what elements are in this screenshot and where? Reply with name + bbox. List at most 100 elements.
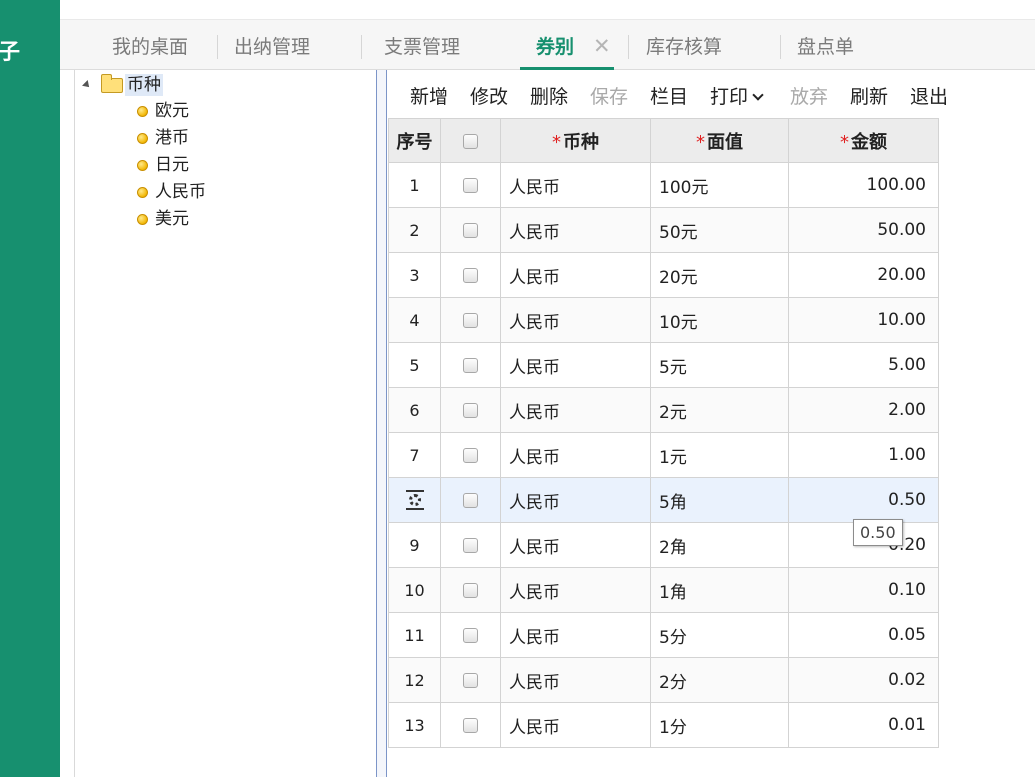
refresh-button[interactable]: 刷新 — [850, 82, 888, 109]
cell-currency[interactable]: 人民币 — [500, 567, 651, 613]
tab-my-desktop[interactable]: 我的桌面 — [112, 20, 188, 70]
cell-denomination[interactable]: 5角 — [650, 477, 789, 523]
currency-dot-icon — [137, 187, 148, 198]
cell-denomination[interactable]: 2角 — [650, 522, 789, 568]
tab-cashier[interactable]: 出纳管理 — [234, 20, 310, 70]
row-select-cell — [440, 657, 501, 703]
close-tab-icon[interactable]: ✕ — [593, 20, 611, 70]
header-select-all[interactable] — [440, 118, 501, 163]
row-checkbox[interactable] — [463, 582, 478, 598]
row-checkbox[interactable] — [463, 447, 478, 463]
cell-currency[interactable]: 人民币 — [500, 252, 651, 298]
table-row[interactable]: 3 人民币 20元 20.00 — [388, 252, 939, 298]
cell-amount[interactable]: 1.00 — [788, 432, 939, 478]
cell-currency[interactable]: 人民币 — [500, 387, 651, 433]
cell-denomination[interactable]: 20元 — [650, 252, 789, 298]
cell-amount[interactable]: 0.02 — [788, 657, 939, 703]
row-checkbox[interactable] — [463, 312, 478, 328]
cell-currency[interactable]: 人民币 — [500, 612, 651, 658]
cell-denomination[interactable]: 1角 — [650, 567, 789, 613]
cell-currency[interactable]: 人民币 — [500, 297, 651, 343]
row-select-cell — [440, 612, 501, 658]
cell-denomination[interactable]: 5元 — [650, 342, 789, 388]
columns-button[interactable]: 栏目 — [650, 82, 688, 109]
table-row[interactable]: 5 人民币 5元 5.00 — [388, 342, 939, 388]
row-checkbox[interactable] — [463, 177, 478, 193]
table-row[interactable]: 7 人民币 1元 1.00 — [388, 432, 939, 478]
header-currency[interactable]: * 币种 — [500, 118, 651, 163]
tab-inventory[interactable]: 库存核算 — [646, 20, 722, 70]
cell-tooltip: 0.50 — [853, 519, 903, 546]
row-checkbox[interactable] — [463, 402, 478, 418]
table-row[interactable]: 12 人民币 2分 0.02 — [388, 657, 939, 703]
cell-currency[interactable]: 人民币 — [500, 657, 651, 703]
cell-denomination[interactable]: 10元 — [650, 297, 789, 343]
header-index[interactable]: 序号 — [388, 118, 441, 163]
table-row[interactable]: 4 人民币 10元 10.00 — [388, 297, 939, 343]
tab-stocktake[interactable]: 盘点单 — [797, 20, 854, 70]
delete-button[interactable]: 删除 — [530, 82, 568, 109]
cell-amount[interactable]: 0.01 — [788, 702, 939, 748]
table-row[interactable]: 1 人民币 100元 100.00 — [388, 162, 939, 208]
cell-amount[interactable]: 10.00 — [788, 297, 939, 343]
header-denomination[interactable]: * 面值 — [650, 118, 789, 163]
tree-root[interactable]: 币种 — [125, 74, 163, 96]
save-button[interactable]: 保存 — [590, 82, 628, 109]
tab-denominations[interactable]: 券别 — [519, 20, 615, 70]
table-row[interactable]: 2 人民币 50元 50.00 — [388, 207, 939, 253]
row-checkbox[interactable] — [463, 717, 478, 733]
row-checkbox[interactable] — [463, 267, 478, 283]
row-checkbox[interactable] — [463, 672, 478, 688]
cell-currency[interactable]: 人民币 — [500, 522, 651, 568]
cell-currency[interactable]: 人民币 — [500, 207, 651, 253]
row-select-cell — [440, 252, 501, 298]
cell-denomination[interactable]: 2分 — [650, 657, 789, 703]
row-select-cell — [440, 207, 501, 253]
cell-currency[interactable]: 人民币 — [500, 162, 651, 208]
row-checkbox[interactable] — [463, 222, 478, 238]
row-checkbox[interactable] — [463, 537, 478, 553]
row-checkbox[interactable] — [463, 492, 478, 508]
table-row[interactable]: 11 人民币 5分 0.05 — [388, 612, 939, 658]
select-all-checkbox[interactable] — [463, 133, 478, 149]
cell-amount[interactable]: 5.00 — [788, 342, 939, 388]
tree-item-label: 人民币 — [155, 182, 206, 202]
cell-amount[interactable]: 20.00 — [788, 252, 939, 298]
header-amount[interactable]: * 金额 — [788, 118, 939, 163]
add-button[interactable]: 新增 — [410, 82, 448, 109]
table-row[interactable]: 6 人民币 2元 2.00 — [388, 387, 939, 433]
tab-check-management[interactable]: 支票管理 — [384, 20, 460, 70]
cell-denomination[interactable]: 1元 — [650, 432, 789, 478]
cell-currency[interactable]: 人民币 — [500, 342, 651, 388]
exit-button[interactable]: 退出 — [910, 82, 948, 109]
table-row[interactable]: 13 人民币 1分 0.01 — [388, 702, 939, 748]
cell-amount[interactable]: 0.50 — [788, 477, 939, 523]
edit-button[interactable]: 修改 — [470, 82, 508, 109]
cell-amount[interactable]: 50.00 — [788, 207, 939, 253]
table-row-current[interactable]: 人民币 5角 0.50 — [388, 477, 939, 523]
currency-dot-icon — [137, 214, 148, 225]
cell-currency[interactable]: 人民币 — [500, 432, 651, 478]
row-index: 6 — [388, 387, 441, 433]
collapse-icon[interactable] — [82, 80, 92, 90]
row-index: 2 — [388, 207, 441, 253]
left-nav-rail: 子 — [0, 0, 60, 777]
cell-denomination[interactable]: 1分 — [650, 702, 789, 748]
panel-splitter[interactable] — [376, 70, 387, 777]
cell-amount[interactable]: 100.00 — [788, 162, 939, 208]
cell-currency[interactable]: 人民币 — [500, 702, 651, 748]
row-settings-icon[interactable] — [405, 490, 425, 511]
cell-amount[interactable]: 0.05 — [788, 612, 939, 658]
cell-amount[interactable]: 2.00 — [788, 387, 939, 433]
cell-amount[interactable]: 0.10 — [788, 567, 939, 613]
cell-currency[interactable]: 人民币 — [500, 477, 651, 523]
row-checkbox[interactable] — [463, 627, 478, 643]
print-button[interactable]: 打印 — [710, 82, 764, 109]
cell-denomination[interactable]: 2元 — [650, 387, 789, 433]
row-checkbox[interactable] — [463, 357, 478, 373]
table-row[interactable]: 10 人民币 1角 0.10 — [388, 567, 939, 613]
cell-denomination[interactable]: 5分 — [650, 612, 789, 658]
cell-denomination[interactable]: 100元 — [650, 162, 789, 208]
cell-denomination[interactable]: 50元 — [650, 207, 789, 253]
discard-button[interactable]: 放弃 — [790, 82, 828, 109]
